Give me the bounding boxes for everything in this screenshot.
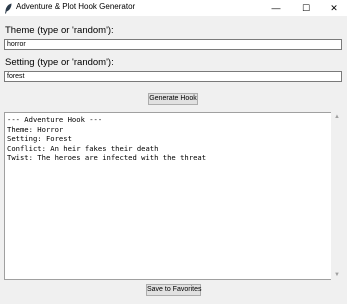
generate-hook-button[interactable]: Generate Hook (148, 93, 198, 105)
maximize-button[interactable]: ☐ (292, 0, 320, 16)
output-line: Theme: Horror (7, 124, 64, 134)
setting-input[interactable]: forest (4, 71, 342, 82)
output-line: Twist: The heroes are infected with the … (7, 153, 207, 162)
close-icon: ✕ (330, 2, 338, 13)
hook-output-text[interactable]: --- Adventure Hook --- Theme: Horror Setti… (4, 112, 336, 280)
feather-icon (5, 3, 12, 14)
scroll-down-icon[interactable]: ▼ (331, 270, 343, 280)
setting-label: Setting (type or 'random'): (5, 57, 114, 68)
output-line: --- Adventure Hook --- (7, 115, 103, 124)
minimize-button[interactable]: — (262, 0, 290, 16)
title-bar: Adventure & Plot Hook Generator — ☐ ✕ (0, 0, 347, 16)
scroll-up-icon[interactable]: ▲ (331, 112, 343, 122)
minimize-icon: — (271, 3, 281, 13)
save-to-favorites-button[interactable]: Save to Favorites (146, 284, 201, 296)
window-title: Adventure & Plot Hook Generator (16, 2, 136, 11)
output-line: Conflict: An heir fakes their death (7, 143, 159, 153)
theme-label: Theme (type or 'random'): (5, 25, 114, 36)
maximize-icon: ☐ (301, 2, 311, 13)
close-button[interactable]: ✕ (320, 0, 347, 16)
output-line: Setting: Forest (7, 134, 72, 143)
theme-input[interactable]: horror (4, 39, 342, 50)
vertical-scrollbar[interactable]: ▲ ▼ (331, 112, 343, 280)
